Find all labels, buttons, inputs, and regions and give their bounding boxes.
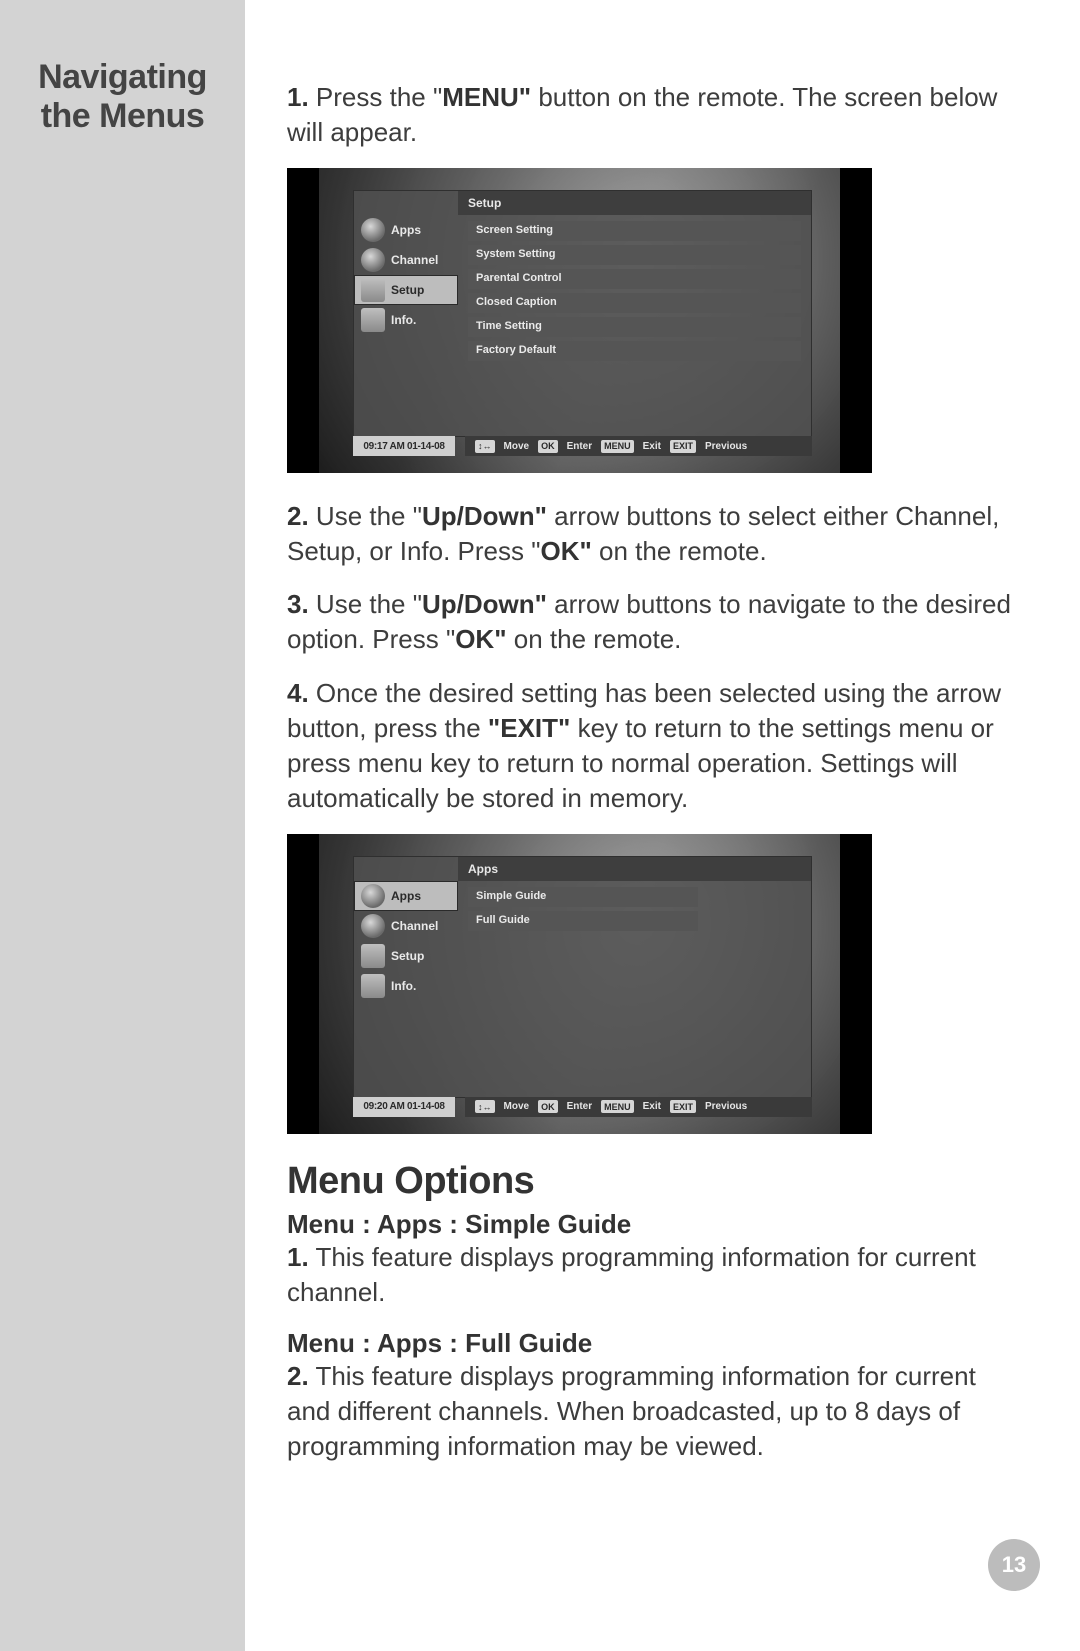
step-3: 3. Use the "Up/Down" arrow buttons to na… <box>287 587 1025 657</box>
osd-option: Parental Control <box>468 269 801 289</box>
osd-tab-channel: Channel <box>354 911 458 941</box>
step-1: 1. Press the "MENU" button on the remote… <box>287 80 1025 150</box>
osd-tab-channel: Channel <box>354 245 458 275</box>
osd-options: Screen Setting System Setting Parental C… <box>458 217 811 361</box>
osd-clock: 09:17 AM 01-14-08 <box>353 436 455 456</box>
osd-tab-apps: Apps <box>354 881 458 911</box>
tv-screenshot-setup: Setup Apps Channel Setup Info. Screen Se… <box>287 168 872 473</box>
osd-title: Apps <box>458 857 811 881</box>
exit-key-icon: EXIT <box>670 1100 696 1113</box>
menu-options-heading: Menu Options <box>287 1160 1025 1203</box>
main-content: 1. Press the "MENU" button on the remote… <box>245 0 1080 1651</box>
setup-icon <box>361 278 385 302</box>
osd-tab-info: Info. <box>354 305 458 335</box>
pillarbox-right <box>840 168 872 473</box>
step-4: 4. Once the desired setting has been sel… <box>287 676 1025 816</box>
menu-key-icon: MENU <box>601 440 634 453</box>
osd-menu-window: Apps Apps Channel Setup Info. Simple Gui… <box>353 856 812 1098</box>
osd-option: Full Guide <box>468 911 698 931</box>
osd-tab-info: Info. <box>354 971 458 1001</box>
sidebar-title: Navigating the Menus <box>18 58 227 136</box>
osd-footer: 09:20 AM 01-14-08 ↕↔Move OKEnter MENUExi… <box>353 1096 812 1118</box>
osd-tabs: Apps Channel Setup Info. <box>354 215 458 436</box>
info-icon <box>361 974 385 998</box>
sidebar: Navigating the Menus <box>0 0 245 1651</box>
osd-options: Simple Guide Full Guide <box>458 883 811 931</box>
osd-hints: ↕↔Move OKEnter MENUExit EXITPrevious <box>465 1097 812 1117</box>
setup-icon <box>361 944 385 968</box>
osd-clock: 09:20 AM 01-14-08 <box>353 1097 455 1117</box>
osd-option: Time Setting <box>468 317 801 337</box>
osd-option: Closed Caption <box>468 293 801 313</box>
channel-icon <box>361 248 385 272</box>
arrows-icon: ↕↔ <box>475 440 495 453</box>
osd-option: System Setting <box>468 245 801 265</box>
info-icon <box>361 308 385 332</box>
page-number-badge: 13 <box>988 1539 1040 1591</box>
osd-title: Setup <box>458 191 811 215</box>
sidebar-title-line1: Navigating <box>38 58 207 96</box>
osd-menu-window: Setup Apps Channel Setup Info. Screen Se… <box>353 190 812 437</box>
pillarbox-right <box>840 834 872 1134</box>
step-1-num: 1. <box>287 82 309 112</box>
breadcrumb-simple-guide: Menu : Apps : Simple Guide <box>287 1209 1025 1240</box>
breadcrumb-full-guide: Menu : Apps : Full Guide <box>287 1328 1025 1359</box>
pillarbox-left <box>287 168 319 473</box>
globe-icon <box>361 218 385 242</box>
full-guide-desc: 2. This feature displays programming inf… <box>287 1359 1025 1464</box>
sidebar-title-line2: the Menus <box>41 97 205 135</box>
arrows-icon: ↕↔ <box>475 1100 495 1113</box>
osd-option: Factory Default <box>468 341 801 361</box>
osd-tab-setup: Setup <box>354 941 458 971</box>
osd-tab-setup: Setup <box>354 275 458 305</box>
osd-hints: ↕↔Move OKEnter MENUExit EXITPrevious <box>465 436 812 456</box>
osd-footer: 09:17 AM 01-14-08 ↕↔Move OKEnter MENUExi… <box>353 435 812 457</box>
osd-option: Simple Guide <box>468 887 698 907</box>
osd-tab-apps: Apps <box>354 215 458 245</box>
channel-icon <box>361 914 385 938</box>
tv-screenshot-apps: Apps Apps Channel Setup Info. Simple Gui… <box>287 834 872 1134</box>
pillarbox-left <box>287 834 319 1134</box>
ok-key-icon: OK <box>538 1100 558 1113</box>
simple-guide-desc: 1. This feature displays programming inf… <box>287 1240 1025 1310</box>
osd-tabs: Apps Channel Setup Info. <box>354 881 458 1097</box>
ok-key-icon: OK <box>538 440 558 453</box>
step-2: 2. Use the "Up/Down" arrow buttons to se… <box>287 499 1025 569</box>
exit-key-icon: EXIT <box>670 440 696 453</box>
globe-icon <box>361 884 385 908</box>
osd-option: Screen Setting <box>468 221 801 241</box>
menu-key-icon: MENU <box>601 1100 634 1113</box>
